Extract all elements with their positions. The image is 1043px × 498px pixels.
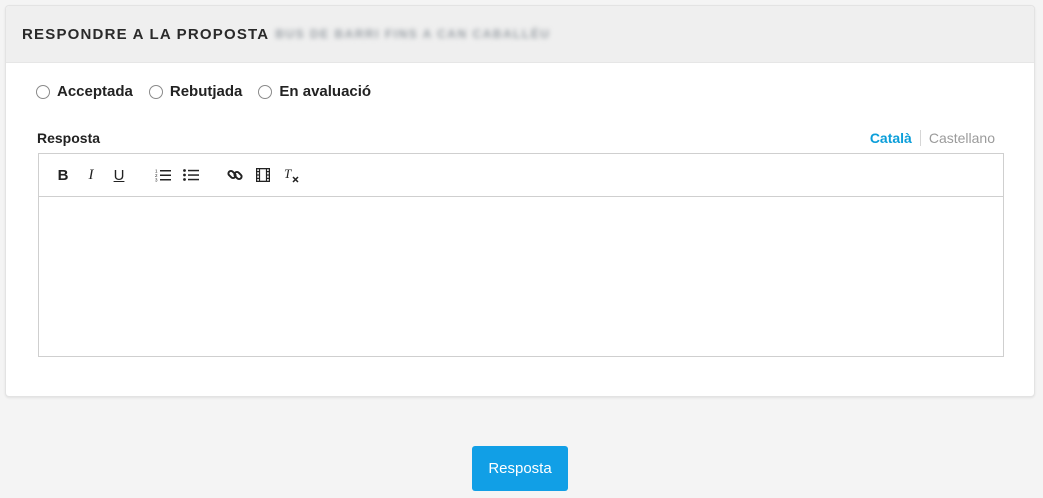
- radio-rebutjada[interactable]: Rebutjada: [148, 83, 243, 100]
- status-radio-group: Acceptada Rebutjada En avaluació: [36, 83, 387, 100]
- language-tabs: Català Castellano: [870, 130, 995, 146]
- radio-en-avaluacio[interactable]: En avaluació: [258, 83, 371, 100]
- radio-acceptada[interactable]: Acceptada: [36, 83, 133, 100]
- svg-text:3: 3: [155, 178, 158, 183]
- svg-text:T: T: [284, 167, 292, 181]
- radio-label: Acceptada: [57, 83, 133, 100]
- italic-icon[interactable]: I: [81, 165, 101, 185]
- answer-card: RESPONDRE A LA PROPOSTA BUS DE BARRI FIN…: [5, 5, 1035, 397]
- submit-answer-button[interactable]: Resposta: [472, 446, 568, 491]
- answer-label: Resposta: [37, 130, 101, 146]
- underline-icon[interactable]: U: [109, 165, 129, 185]
- editor-toolbar: B I U 1 2 3 T: [39, 154, 1003, 197]
- proposal-name: BUS DE BARRI FINS A CAN CABALLÉU: [275, 27, 551, 41]
- card-title: RESPONDRE A LA PROPOSTA: [22, 25, 270, 43]
- radio-button[interactable]: [258, 84, 273, 99]
- tab-catala[interactable]: Català: [870, 130, 912, 146]
- radio-button[interactable]: [36, 84, 50, 99]
- radio-button[interactable]: [148, 84, 163, 99]
- ordered-list-icon[interactable]: 1 2 3: [153, 165, 173, 185]
- card-header: RESPONDRE A LA PROPOSTA BUS DE BARRI FIN…: [6, 6, 1034, 63]
- rich-text-editor: B I U 1 2 3 T: [38, 153, 1004, 357]
- bullet-list-icon[interactable]: [181, 165, 201, 185]
- editor-content-area[interactable]: [39, 197, 1003, 356]
- clear-format-icon[interactable]: T: [281, 165, 301, 185]
- radio-label: En avaluació: [279, 83, 372, 100]
- radio-label: Rebutjada: [169, 83, 243, 100]
- tab-divider: [919, 130, 921, 146]
- tab-castellano[interactable]: Castellano: [929, 130, 995, 146]
- link-icon[interactable]: [225, 165, 245, 185]
- bold-icon[interactable]: B: [53, 165, 73, 185]
- video-icon[interactable]: [253, 165, 273, 185]
